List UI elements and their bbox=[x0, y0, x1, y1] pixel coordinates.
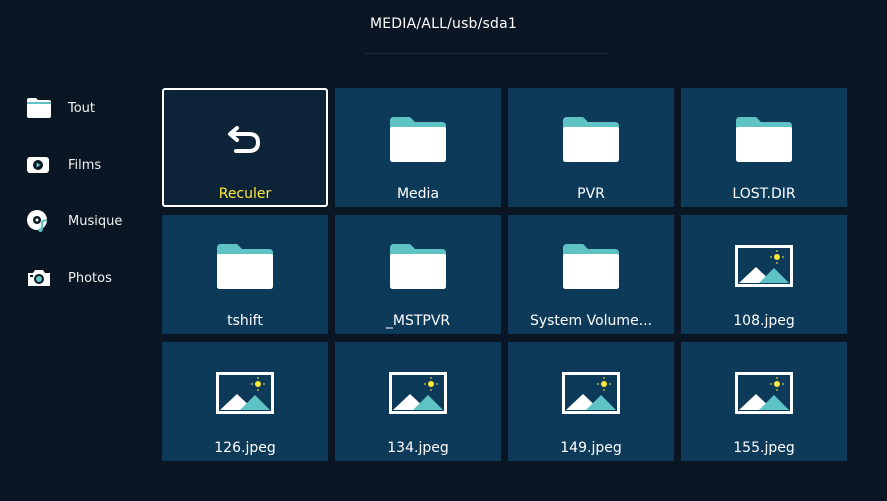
sidebar-item-label: Tout bbox=[68, 100, 96, 116]
folder-icon bbox=[681, 114, 847, 164]
tile-label: LOST.DIR bbox=[732, 186, 796, 202]
sidebar-item-label: Photos bbox=[68, 270, 112, 286]
image-icon bbox=[335, 368, 501, 418]
sidebar-item-films[interactable]: Films bbox=[26, 151, 156, 179]
tile-label: 108.jpeg bbox=[733, 313, 795, 329]
music-icon bbox=[26, 207, 56, 235]
tile-label: 155.jpeg bbox=[733, 440, 795, 456]
folder-icon bbox=[162, 241, 328, 291]
back-arrow-icon bbox=[164, 114, 326, 164]
tile-image[interactable]: 155.jpeg bbox=[681, 342, 847, 461]
camera-icon bbox=[26, 264, 56, 292]
folder-icon bbox=[508, 114, 674, 164]
image-icon bbox=[681, 241, 847, 291]
sidebar-item-label: Films bbox=[68, 157, 102, 173]
tile-label: 134.jpeg bbox=[387, 440, 449, 456]
tile-image[interactable]: 108.jpeg bbox=[681, 215, 847, 334]
media-browser-screen: MEDIA/ALL/usb/sda1 Tout Films Musique Ph… bbox=[0, 0, 887, 501]
current-path: MEDIA/ALL/usb/sda1 bbox=[369, 16, 518, 32]
tile-folder[interactable]: tshift bbox=[162, 215, 328, 334]
tile-folder[interactable]: Media bbox=[335, 88, 501, 207]
tile-folder[interactable]: LOST.DIR bbox=[681, 88, 847, 207]
tile-label: Reculer bbox=[218, 186, 272, 202]
tile-image[interactable]: 126.jpeg bbox=[162, 342, 328, 461]
sidebar-item-tout[interactable]: Tout bbox=[26, 94, 156, 122]
sidebar-item-photos[interactable]: Photos bbox=[26, 264, 156, 292]
image-icon bbox=[508, 368, 674, 418]
image-icon bbox=[681, 368, 847, 418]
sidebar-item-musique[interactable]: Musique bbox=[26, 207, 156, 235]
tile-folder[interactable]: System Volume... bbox=[508, 215, 674, 334]
tile-label: PVR bbox=[577, 186, 605, 202]
tile-label: System Volume... bbox=[529, 313, 653, 329]
film-icon bbox=[26, 151, 56, 179]
tile-image[interactable]: 134.jpeg bbox=[335, 342, 501, 461]
tile-image[interactable]: 149.jpeg bbox=[508, 342, 674, 461]
tile-label: tshift bbox=[227, 313, 263, 329]
tile-label: 149.jpeg bbox=[560, 440, 622, 456]
folder-icon bbox=[26, 94, 56, 122]
folder-icon bbox=[508, 241, 674, 291]
folder-icon bbox=[335, 241, 501, 291]
tile-label: Media bbox=[396, 186, 440, 202]
sidebar-item-label: Musique bbox=[68, 213, 123, 229]
tile-label: 126.jpeg bbox=[214, 440, 276, 456]
tile-folder[interactable]: _MSTPVR bbox=[335, 215, 501, 334]
tile-back[interactable]: Reculer bbox=[162, 88, 328, 207]
path-divider bbox=[365, 53, 608, 54]
image-icon bbox=[162, 368, 328, 418]
folder-icon bbox=[335, 114, 501, 164]
tile-label: _MSTPVR bbox=[385, 313, 451, 329]
tile-folder[interactable]: PVR bbox=[508, 88, 674, 207]
